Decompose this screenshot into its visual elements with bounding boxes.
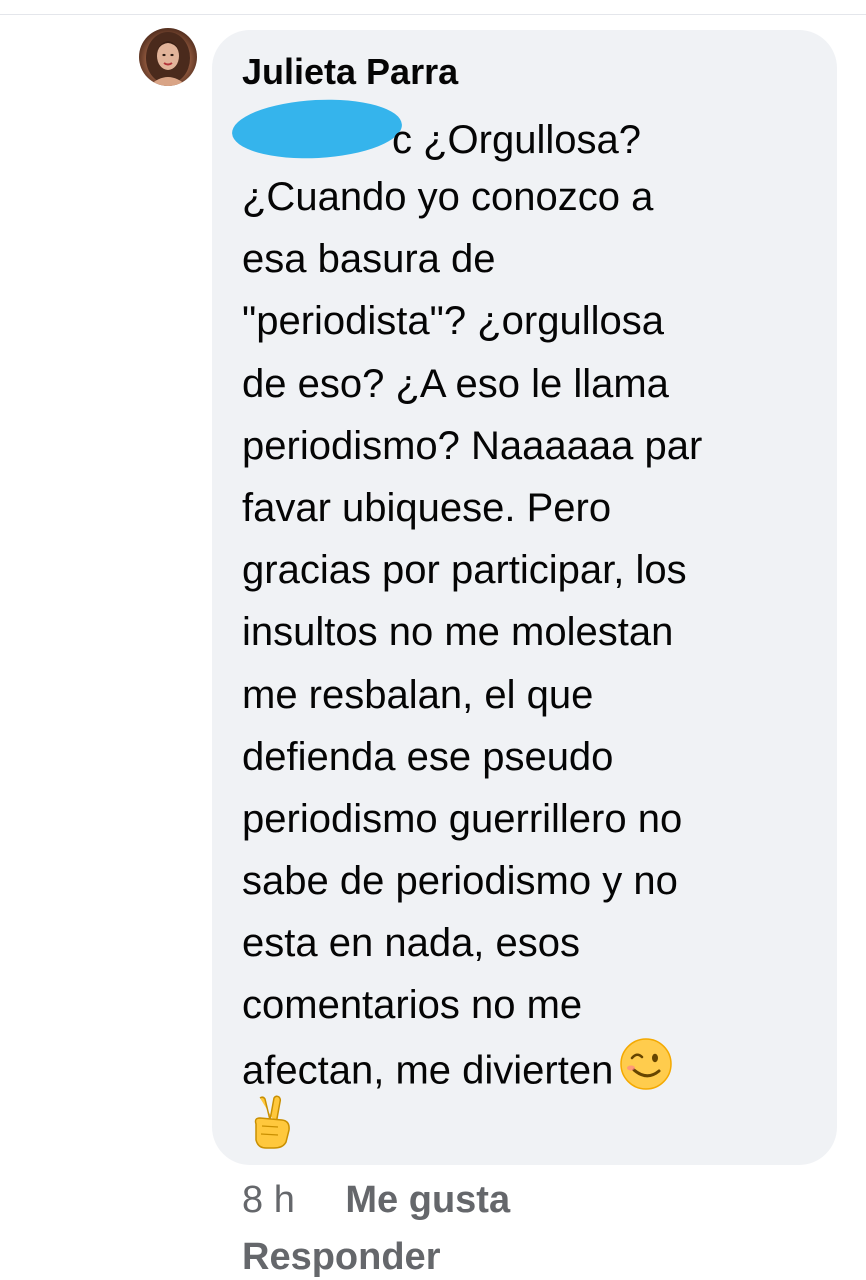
comment-line: favar ubiquese. Pero: [242, 485, 612, 530]
comment-line: ¿Cuando yo conozco a: [242, 175, 654, 219]
comment-line: periodismo? Naaaaaa par: [242, 423, 703, 468]
comment-line: periodismo guerrillero no: [242, 796, 683, 841]
comment-line: esta en nada, esos: [242, 921, 581, 966]
comment-line: defienda ese pseudo: [242, 734, 614, 779]
victory-hand-icon: [248, 1094, 296, 1150]
author-name[interactable]: Julieta Parra: [242, 50, 458, 94]
comment-line: insultos no me molestan: [242, 610, 674, 655]
winking-face-icon: [619, 1037, 673, 1109]
comment-last-line: afectan, me divierten: [242, 1037, 827, 1099]
comment-line: esa basura de: [242, 237, 496, 282]
comment-line: gracias por participar, los: [242, 548, 687, 593]
comment-text: ¿Cuando yo conozco a esa basura de "peri…: [242, 166, 827, 1099]
comment-line: de eso? ¿A eso le llama: [242, 361, 669, 406]
reply-button[interactable]: Responder: [242, 1235, 440, 1279]
top-divider: [0, 14, 866, 15]
comment-line: me resbalan, el que: [242, 672, 594, 717]
comment-line: "periodista"? ¿orgullosa: [242, 299, 664, 344]
avatar[interactable]: [139, 28, 197, 86]
like-button[interactable]: Me gusta: [345, 1179, 510, 1221]
comment-timestamp[interactable]: 8 h: [242, 1179, 295, 1221]
comment-line: comentarios no me: [242, 983, 583, 1028]
comment-actions: 8 h Me gusta: [242, 1178, 510, 1222]
comment-line: afectan, me divierten: [242, 1048, 614, 1093]
mention-tail-text: c ¿Orgullosa?: [392, 118, 641, 162]
comment-line: sabe de periodismo y no: [242, 859, 678, 904]
